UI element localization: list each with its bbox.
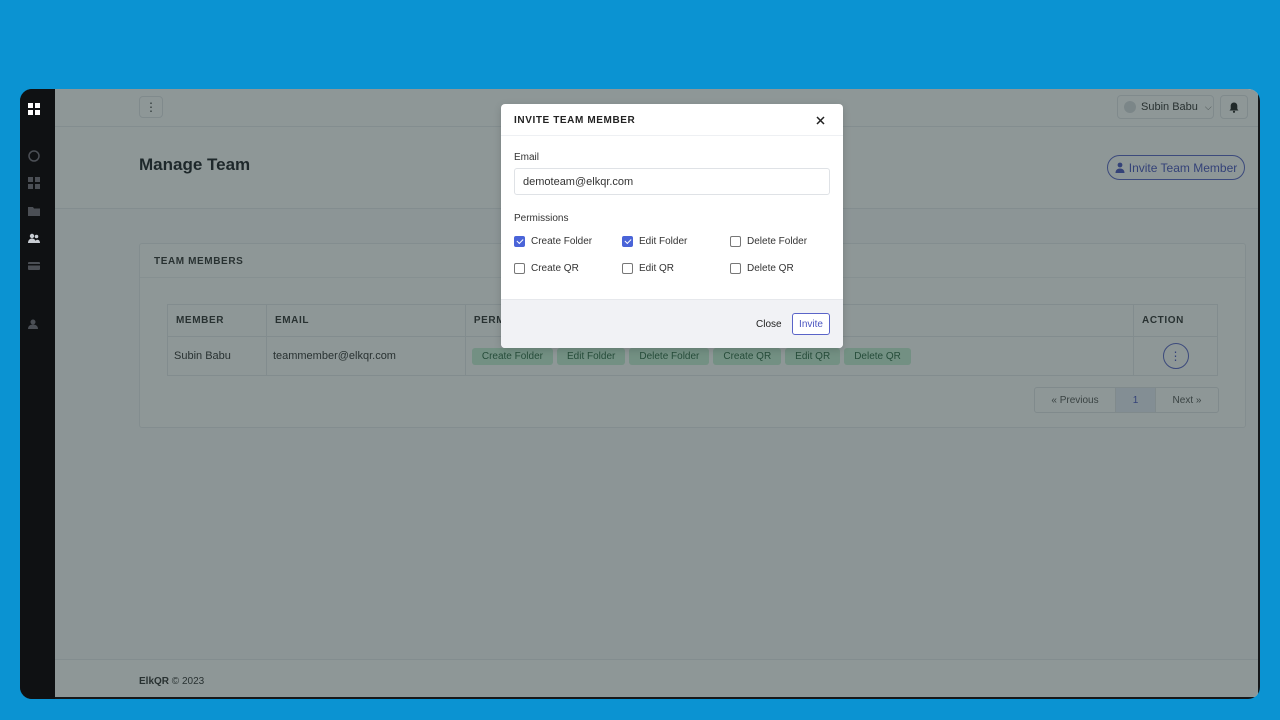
checkbox-unchecked[interactable] [622, 263, 633, 274]
checkbox-unchecked[interactable] [514, 263, 525, 274]
close-icon[interactable] [814, 114, 826, 126]
email-field[interactable] [514, 168, 830, 195]
billing-icon[interactable] [27, 259, 40, 272]
checkbox-unchecked[interactable] [730, 236, 741, 247]
permission-create-folder[interactable]: Create Folder [514, 236, 592, 247]
team-icon[interactable] [27, 231, 40, 244]
email-label: Email [514, 152, 540, 163]
permission-create-qr[interactable]: Create QR [514, 263, 579, 274]
sidebar [20, 89, 55, 699]
permission-label: Create Folder [531, 236, 593, 247]
permission-label: Create QR [531, 263, 579, 274]
folder-icon[interactable] [27, 204, 40, 217]
close-button[interactable]: Close [756, 319, 782, 330]
checkbox-checked[interactable] [514, 236, 525, 247]
user-settings-icon[interactable] [27, 317, 40, 330]
permission-label: Edit QR [639, 263, 675, 274]
permissions-label: Permissions [514, 213, 569, 224]
apps-icon[interactable] [27, 176, 40, 189]
dashboard-icon[interactable] [27, 149, 40, 162]
permission-edit-qr[interactable]: Edit QR [622, 263, 674, 274]
permission-edit-folder[interactable]: Edit Folder [622, 236, 687, 247]
modal-divider [501, 135, 843, 136]
permission-label: Delete QR [747, 263, 794, 274]
invite-modal: INVITE TEAM MEMBER Email Permissions Cre… [501, 104, 843, 348]
modal-title: INVITE TEAM MEMBER [514, 115, 636, 126]
invite-button[interactable]: Invite [792, 313, 830, 335]
permission-delete-qr[interactable]: Delete QR [730, 263, 794, 274]
permission-label: Edit Folder [639, 236, 688, 247]
permission-delete-folder[interactable]: Delete Folder [730, 236, 807, 247]
grid-menu-icon[interactable] [27, 102, 40, 115]
checkbox-checked[interactable] [622, 236, 633, 247]
checkbox-unchecked[interactable] [730, 263, 741, 274]
modal-footer: Close Invite [501, 299, 843, 348]
permission-label: Delete Folder [747, 236, 808, 247]
